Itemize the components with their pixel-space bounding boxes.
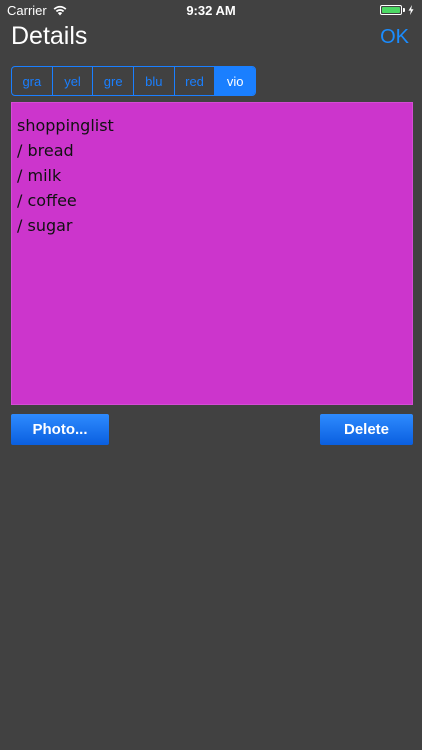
battery-fill xyxy=(382,7,400,13)
color-segmented-control: gra yel gre blu red vio xyxy=(11,66,256,96)
battery-tip xyxy=(403,8,405,12)
battery-body xyxy=(380,5,402,15)
photo-button[interactable]: Photo... xyxy=(11,414,109,445)
segment-gre[interactable]: gre xyxy=(93,67,135,95)
segment-vio[interactable]: vio xyxy=(215,67,255,95)
delete-button[interactable]: Delete xyxy=(320,414,413,445)
segment-blu[interactable]: blu xyxy=(134,67,175,95)
note-text-area[interactable]: shoppinglist / bread / milk / coffee / s… xyxy=(11,102,413,405)
note-line: / sugar xyxy=(17,216,73,235)
status-time: 9:32 AM xyxy=(186,3,236,18)
status-bar: Carrier 9:32 AM xyxy=(0,0,422,22)
segment-gra[interactable]: gra xyxy=(12,67,53,95)
segment-yel[interactable]: yel xyxy=(53,67,94,95)
page-title: Details xyxy=(11,22,88,50)
battery-icon xyxy=(380,5,414,15)
note-line: / milk xyxy=(17,166,62,185)
ok-button[interactable]: OK xyxy=(380,26,409,49)
note-line: / coffee xyxy=(17,191,77,210)
charging-bolt-icon xyxy=(408,5,414,15)
segment-red[interactable]: red xyxy=(175,67,216,95)
note-line: / bread xyxy=(17,141,74,160)
note-line: shoppinglist xyxy=(17,116,114,135)
